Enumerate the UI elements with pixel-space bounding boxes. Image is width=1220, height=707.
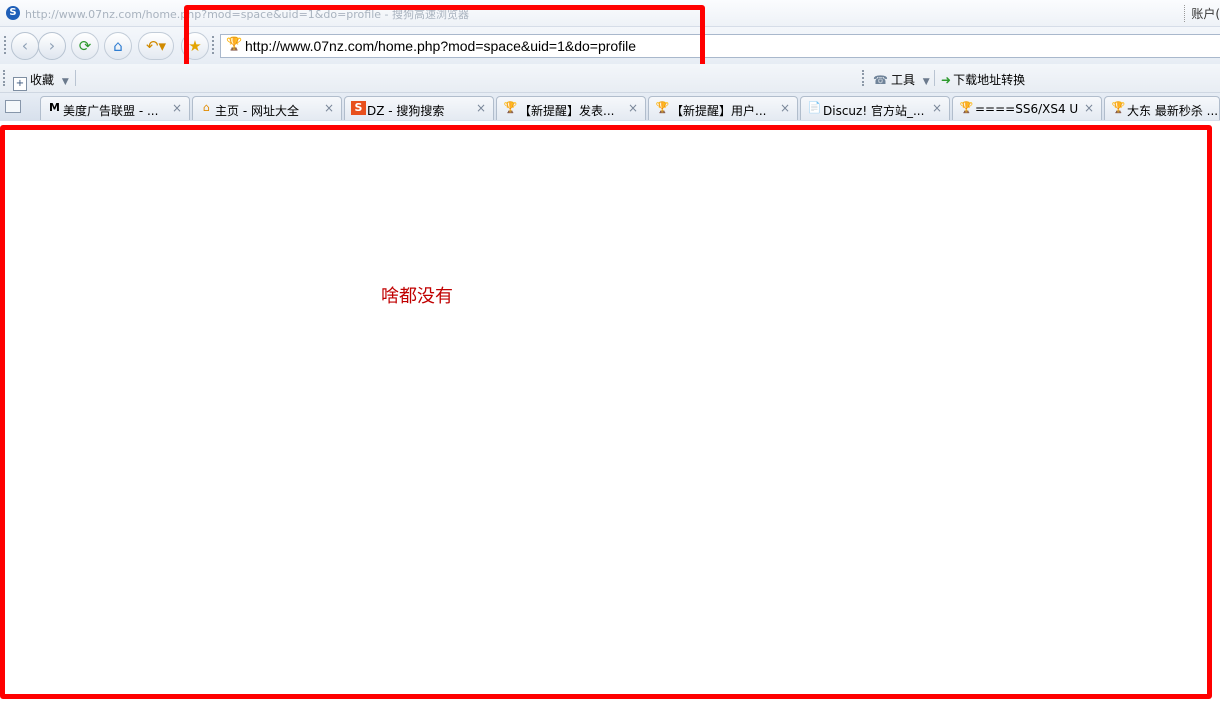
favorites-label: 收藏 xyxy=(30,73,55,87)
trophy-icon: 🏆 xyxy=(959,101,974,114)
tools-label: 工具 xyxy=(890,73,915,87)
forward-arrow-icon[interactable]: › xyxy=(38,32,66,60)
add-favorite-icon: + xyxy=(13,77,27,91)
tab-label: 【新提醒】用户... xyxy=(671,104,767,118)
tab-strip: M 美度广告联盟 - ... × ⌂ 主页 - 网址大全 × S DZ - 搜狗… xyxy=(0,93,1220,122)
back-arrow-icon[interactable]: ‹ xyxy=(11,32,39,60)
home-icon: ⌂ xyxy=(203,101,210,114)
sogou-logo-icon: S xyxy=(6,6,20,20)
meidu-icon: M xyxy=(49,101,60,114)
tools-grip xyxy=(862,70,867,86)
tab-2[interactable]: ⌂ 主页 - 网址大全 × xyxy=(192,96,342,120)
tab-6[interactable]: 📄 Discuz! 官方站_... × xyxy=(800,96,950,120)
divider xyxy=(75,70,76,86)
tab-3[interactable]: S DZ - 搜狗搜索 × xyxy=(344,96,494,120)
toolbar-grip[interactable] xyxy=(4,36,9,54)
close-icon[interactable]: × xyxy=(932,101,942,115)
green-arrow-icon: ➜ xyxy=(941,73,952,87)
chevron-down-icon: ▼ xyxy=(61,77,69,87)
trophy-icon: 🏆 xyxy=(503,101,518,114)
tab-label: 美度广告联盟 - ... xyxy=(63,104,159,118)
page-icon: 📄 xyxy=(807,101,822,114)
close-icon[interactable]: × xyxy=(172,101,182,115)
account-button[interactable]: 账户( xyxy=(1184,5,1220,22)
sogou-search-icon: S xyxy=(351,101,366,115)
tab-1[interactable]: M 美度广告联盟 - ... × xyxy=(40,96,190,120)
tab-7[interactable]: 🏆 ====SS6/XS4 U... × xyxy=(952,96,1102,120)
chevron-down-icon: ▼ xyxy=(922,77,930,87)
tab-menu-icon[interactable] xyxy=(5,100,21,113)
tab-4[interactable]: 🏆 【新提醒】发表... × xyxy=(496,96,646,120)
home-icon[interactable]: ⌂ xyxy=(104,32,132,60)
download-convert-button[interactable]: ➜ 下载地址转换 xyxy=(941,71,1025,88)
tab-label: 大东 最新秒杀 ... xyxy=(1127,104,1217,118)
close-icon[interactable]: × xyxy=(1084,101,1094,115)
bookmark-grip xyxy=(3,70,8,86)
favorites-menu[interactable]: + 收藏 ▼ xyxy=(13,71,69,91)
download-convert-label: 下载地址转换 xyxy=(953,73,1026,87)
bookmark-toolbar: + 收藏 ▼ ☎ 工具 ▼ ➜ 下载地址转换 xyxy=(0,64,1220,93)
tab-8[interactable]: 🏆 大东 最新秒杀 ... xyxy=(1104,96,1220,120)
tools-menu[interactable]: ☎ 工具 ▼ xyxy=(873,71,930,88)
trophy-icon: 🏆 xyxy=(655,101,670,114)
tools-icon: ☎ xyxy=(873,73,888,87)
tab-label: 主页 - 网址大全 xyxy=(215,104,299,118)
close-icon[interactable]: × xyxy=(628,101,638,115)
trophy-icon: 🏆 xyxy=(1111,101,1126,114)
tab-5[interactable]: 🏆 【新提醒】用户... × xyxy=(648,96,798,120)
content-highlight-box xyxy=(0,125,1212,699)
tab-label: Discuz! 官方站_... xyxy=(823,104,925,118)
close-icon[interactable]: × xyxy=(780,101,790,115)
undo-icon[interactable]: ↶▾ xyxy=(138,32,174,60)
tab-label: ====SS6/XS4 U... xyxy=(975,102,1079,116)
refresh-icon[interactable]: ⟳ xyxy=(71,32,99,60)
divider xyxy=(934,70,935,86)
tab-label: DZ - 搜狗搜索 xyxy=(367,104,445,118)
close-icon[interactable]: × xyxy=(476,101,486,115)
close-icon[interactable]: × xyxy=(324,101,334,115)
tab-label: 【新提醒】发表... xyxy=(519,104,615,118)
